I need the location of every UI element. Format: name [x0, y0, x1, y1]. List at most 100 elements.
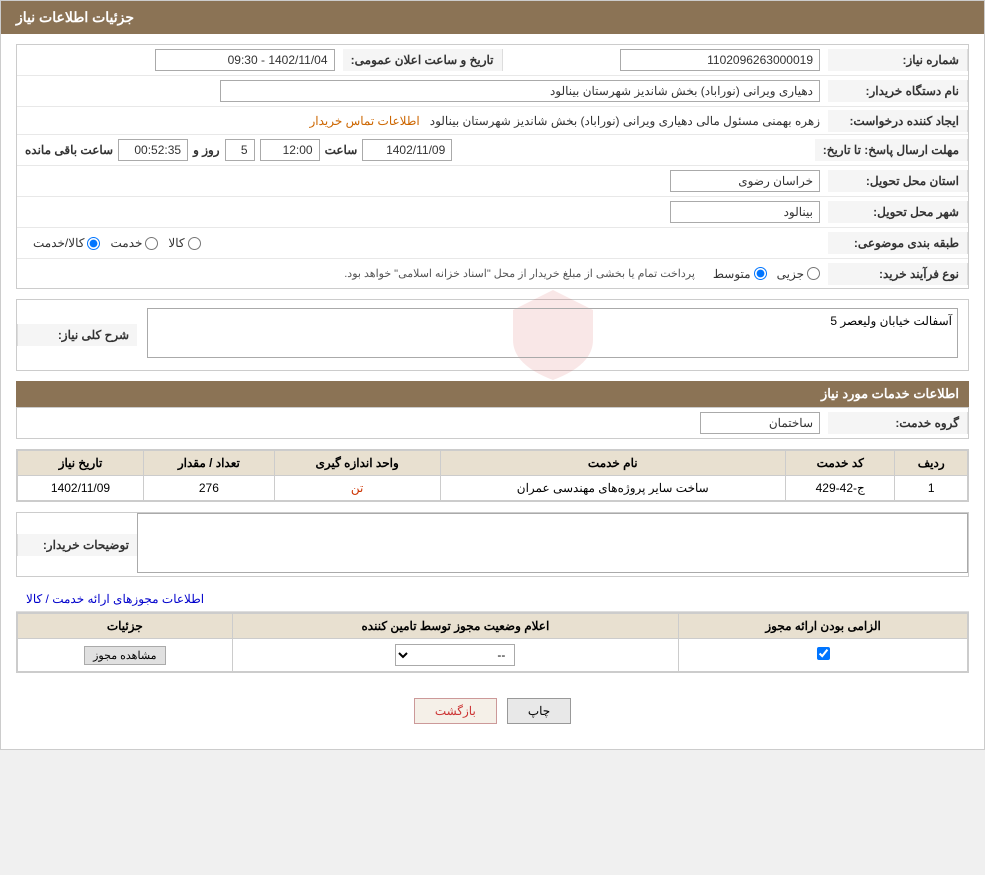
category-goods-service-item: کالا/خدمت: [33, 236, 100, 250]
buyer-notes-section: توضیحات خریدار:: [16, 512, 969, 577]
purchase-note: پرداخت تمام یا بخشی از مبلغ خریدار از مح…: [336, 263, 703, 284]
need-description-wrapper: آسفالت خیابان ولیعصر 5: [137, 300, 968, 369]
days-label: روز و: [193, 143, 220, 157]
category-service-item: خدمت: [110, 236, 158, 250]
col-header-details: جزئیات: [18, 614, 233, 639]
col-header-required: الزامی بودن ارائه مجوز: [679, 614, 968, 639]
view-permit-button[interactable]: مشاهده مجوز: [84, 646, 165, 665]
category-goods-service-label: کالا/خدمت: [33, 236, 84, 250]
permissions-table: الزامی بودن ارائه مجوز اعلام وضعیت مجوز …: [17, 613, 968, 672]
category-radio-group: کالا خدمت کالا/خدمت: [25, 232, 820, 254]
category-label: طبقه بندی موضوعی:: [828, 232, 968, 254]
announcement-date-label: تاریخ و ساعت اعلان عمومی:: [343, 49, 503, 71]
cell-unit: تن: [274, 476, 440, 501]
category-value: کالا خدمت کالا/خدمت: [17, 228, 828, 258]
purchase-type-value: جزیی متوسط پرداخت تمام یا بخشی از مبلغ خ…: [17, 259, 828, 288]
deadline-date-field: 1402/11/09: [362, 139, 452, 161]
services-table-wrapper: ردیف کد خدمت نام خدمت واحد اندازه گیری ت…: [16, 449, 969, 502]
print-button[interactable]: چاپ: [507, 698, 571, 724]
buyer-notes-label: توضیحات خریدار:: [17, 534, 137, 556]
row-purchase-type: نوع فرآیند خرید: جزیی متوسط: [17, 259, 968, 288]
row-category: طبقه بندی موضوعی: کالا خدمت: [17, 228, 968, 259]
details-cell: مشاهده مجوز: [18, 639, 233, 672]
deadline-time-field: 12:00: [260, 139, 320, 161]
announcement-date-value: 1402/11/04 - 09:30: [17, 45, 343, 75]
category-goods-service-radio[interactable]: [87, 237, 100, 250]
delivery-city-label: شهر محل تحویل:: [828, 201, 968, 223]
need-description-textarea[interactable]: آسفالت خیابان ولیعصر 5: [147, 308, 958, 358]
row-buyer-agency: نام دستگاه خریدار: دهیاری ویرانی (نورابا…: [17, 76, 968, 107]
deadline-days-field: 5: [225, 139, 255, 161]
service-group-value: ساختمان: [17, 408, 828, 438]
col-header-quantity: تعداد / مقدار: [144, 451, 275, 476]
status-select[interactable]: --: [395, 644, 515, 666]
need-number-label: شماره نیاز:: [828, 49, 968, 71]
row-requester: ایجاد کننده درخواست: زهره بهمنی مسئول ما…: [17, 107, 968, 135]
table-row: -- مشاهده مجوز: [18, 639, 968, 672]
need-number-value: 1102096263000019: [503, 45, 829, 75]
permissions-table-head: الزامی بودن ارائه مجوز اعلام وضعیت مجوز …: [18, 614, 968, 639]
category-goods-label: کالا: [168, 236, 184, 250]
need-description-label: شرح کلی نیاز:: [17, 324, 137, 346]
cell-service-code: ج-42-429: [786, 476, 895, 501]
category-goods-item: کالا: [168, 236, 200, 250]
service-group-field: ساختمان: [700, 412, 820, 434]
row-service-group: گروه خدمت: ساختمان: [17, 408, 968, 438]
content-area: شماره نیاز: 1102096263000019 تاریخ و ساع…: [1, 34, 984, 749]
footer-buttons: چاپ بازگشت: [16, 683, 969, 739]
permissions-table-wrapper: الزامی بودن ارائه مجوز اعلام وضعیت مجوز …: [16, 612, 969, 673]
page-title: جزئیات اطلاعات نیاز: [16, 9, 134, 25]
time-row: 1402/11/09 ساعت 12:00 5 روز و 00:52:35 س…: [25, 139, 807, 161]
contact-info-link[interactable]: اطلاعات تماس خریدار: [309, 114, 419, 128]
cell-row-num: 1: [895, 476, 968, 501]
delivery-city-value: بینالود: [17, 197, 828, 227]
buyer-agency-value: دهیاری ویرانی (نوراباد) بخش شاندیز شهرست…: [17, 76, 828, 106]
description-section: آسفالت خیابان ولیعصر 5 شرح کلی نیاز:: [16, 299, 969, 371]
row-need-number: شماره نیاز: 1102096263000019 تاریخ و ساع…: [17, 45, 968, 76]
response-deadline-value: 1402/11/09 ساعت 12:00 5 روز و 00:52:35 س…: [17, 135, 815, 165]
services-table-head: ردیف کد خدمت نام خدمت واحد اندازه گیری ت…: [18, 451, 968, 476]
services-table-body: 1 ج-42-429 ساخت سایر پروژه‌های مهندسی عم…: [18, 476, 968, 501]
time-label: ساعت: [325, 143, 358, 157]
requester-label: ایجاد کننده درخواست:: [828, 110, 968, 132]
back-button[interactable]: بازگشت: [414, 698, 497, 724]
required-checkbox-cell: [679, 639, 968, 672]
page-wrapper: جزئیات اطلاعات نیاز شماره نیاز: 11020962…: [0, 0, 985, 750]
buyer-notes-content: [137, 513, 968, 576]
purchase-partial-label: جزیی: [777, 267, 804, 281]
purchase-partial-radio[interactable]: [807, 267, 820, 280]
buyer-agency-label: نام دستگاه خریدار:: [828, 80, 968, 102]
permissions-header-row: الزامی بودن ارائه مجوز اعلام وضعیت مجوز …: [18, 614, 968, 639]
table-row: 1 ج-42-429 ساخت سایر پروژه‌های مهندسی عم…: [18, 476, 968, 501]
purchase-medium-item: متوسط: [713, 267, 767, 281]
purchase-type-container: جزیی متوسط پرداخت تمام یا بخشی از مبلغ خ…: [25, 263, 820, 284]
description-content: آسفالت خیابان ولیعصر 5: [137, 300, 968, 370]
purchase-medium-label: متوسط: [713, 267, 751, 281]
required-checkbox[interactable]: [817, 647, 830, 660]
status-cell: --: [232, 639, 679, 672]
purchase-type-radio-group: جزیی متوسط: [713, 267, 820, 281]
purchase-partial-item: جزیی: [777, 267, 820, 281]
permissions-section-header: اطلاعات مجوزهای ارائه خدمت / کالا: [16, 587, 969, 612]
permissions-section-title: اطلاعات مجوزهای ارائه خدمت / کالا: [26, 592, 204, 606]
service-group-section: گروه خدمت: ساختمان: [16, 407, 969, 439]
unit-link[interactable]: تن: [351, 481, 363, 495]
remaining-time-field: 00:52:35: [118, 139, 188, 161]
cell-service-name: ساخت سایر پروژه‌های مهندسی عمران: [440, 476, 786, 501]
category-service-radio[interactable]: [145, 237, 158, 250]
purchase-type-label: نوع فرآیند خرید:: [828, 263, 968, 285]
col-header-unit: واحد اندازه گیری: [274, 451, 440, 476]
col-header-service-name: نام خدمت: [440, 451, 786, 476]
need-number-field: 1102096263000019: [620, 49, 820, 71]
category-goods-radio[interactable]: [188, 237, 201, 250]
service-group-label: گروه خدمت:: [828, 412, 968, 434]
buyer-notes-textarea[interactable]: [137, 513, 968, 573]
purchase-medium-radio[interactable]: [754, 267, 767, 280]
main-info-section: شماره نیاز: 1102096263000019 تاریخ و ساع…: [16, 44, 969, 289]
row-response-deadline: مهلت ارسال پاسخ: تا تاریخ: 1402/11/09 سا…: [17, 135, 968, 166]
announcement-date-field: 1402/11/04 - 09:30: [155, 49, 335, 71]
row-delivery-province: استان محل تحویل: خراسان رضوی: [17, 166, 968, 197]
permissions-table-body: -- مشاهده مجوز: [18, 639, 968, 672]
remaining-label: ساعت باقی مانده: [25, 143, 113, 157]
delivery-province-value: خراسان رضوی: [17, 166, 828, 196]
